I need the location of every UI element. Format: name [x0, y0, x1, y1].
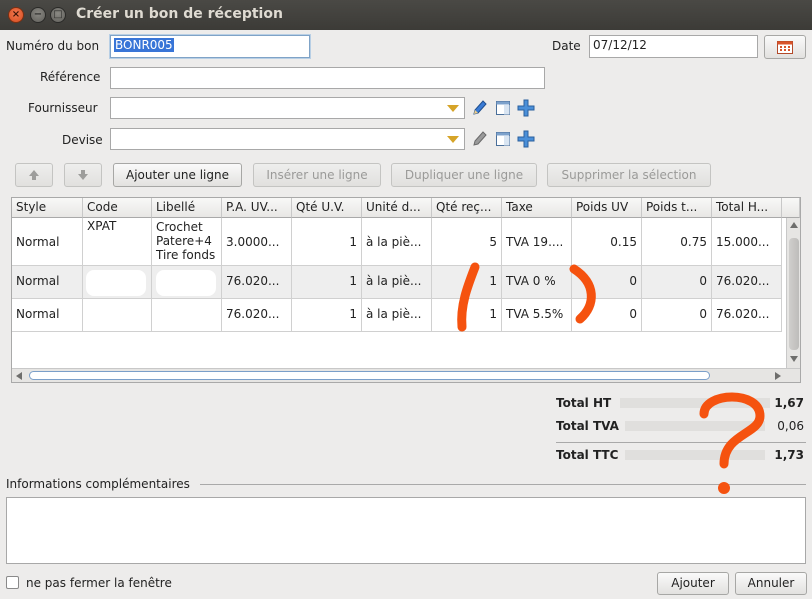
redaction-smudge — [86, 302, 146, 328]
title-bar: × − □ Créer un bon de réception — [0, 0, 812, 30]
column-header-unite[interactable]: Unité d... — [362, 198, 432, 218]
fournisseur-combo[interactable] — [110, 97, 465, 119]
redaction-smudge — [156, 302, 216, 328]
column-header-code[interactable]: Code — [83, 198, 152, 218]
chevron-down-icon — [447, 136, 459, 143]
info-textarea[interactable] — [6, 497, 806, 564]
calendar-button[interactable] — [764, 35, 806, 59]
devise-combo[interactable] — [110, 128, 465, 150]
move-up-button[interactable] — [15, 163, 53, 187]
cell-code[interactable]: XPAT — [83, 218, 152, 266]
minimize-window-button[interactable]: − — [30, 7, 46, 23]
add-plus-icon[interactable] — [517, 99, 535, 117]
annotation-marks — [457, 262, 596, 332]
cell-total-ht[interactable]: 76.020... — [712, 299, 782, 332]
column-header-pa-uv[interactable]: P.A. UV... — [222, 198, 292, 218]
arrow-down-icon — [78, 170, 88, 180]
column-header-total-ht[interactable]: Total H... — [712, 198, 782, 218]
annotation-open-paren — [457, 262, 480, 332]
cell-style[interactable]: Normal — [12, 299, 83, 332]
date-label: Date — [552, 39, 581, 53]
devise-label: Devise — [62, 133, 103, 147]
add-button[interactable]: Ajouter — [657, 572, 729, 595]
column-header-poids-total[interactable]: Poids t... — [642, 198, 712, 218]
add-plus-icon[interactable] — [517, 130, 535, 148]
annotation-question-mark — [699, 392, 765, 494]
cell-style[interactable]: Normal — [12, 218, 83, 266]
column-header-filler — [782, 198, 800, 218]
numero-value: BONR005 — [114, 38, 174, 52]
cell-style[interactable]: Normal — [12, 266, 83, 299]
question-mark-curve — [699, 392, 765, 469]
cell-qte-uv[interactable]: 1 — [292, 299, 362, 332]
vertical-scroll-thumb[interactable] — [789, 238, 799, 350]
redaction-smudge — [86, 270, 146, 296]
horizontal-scrollbar[interactable] — [12, 368, 800, 382]
edit-pencil-icon[interactable] — [471, 99, 487, 117]
info-label: Informations complémentaires — [6, 477, 190, 491]
scroll-right-icon[interactable] — [775, 372, 781, 380]
vertical-scrollbar[interactable] — [786, 218, 800, 368]
cell-unite[interactable]: à la piè... — [362, 218, 432, 266]
cell-total-ht[interactable]: 76.020... — [712, 266, 782, 299]
cell-qte-uv[interactable]: 1 — [292, 266, 362, 299]
column-header-style[interactable]: Style — [12, 198, 83, 218]
column-header-qte-uv[interactable]: Qté U.V. — [292, 198, 362, 218]
numero-input[interactable]: BONR005 — [110, 35, 310, 58]
window-title: Créer un bon de réception — [76, 6, 283, 22]
duplicate-line-button[interactable]: Dupliquer une ligne — [391, 163, 537, 187]
delete-selection-button[interactable]: Supprimer la sélection — [547, 163, 711, 187]
scroll-left-icon[interactable] — [16, 372, 22, 380]
keep-open-label: ne pas fermer la fenêtre — [26, 576, 172, 590]
move-down-button[interactable] — [64, 163, 102, 187]
close-window-button[interactable]: × — [8, 7, 24, 23]
cell-total-ht[interactable]: 15.000... — [712, 218, 782, 266]
arrow-up-icon — [29, 170, 39, 180]
cell-libelle[interactable]: Crochet Patere+4 Tire fonds — [152, 218, 222, 266]
redaction-smudge — [156, 270, 216, 296]
column-header-libelle[interactable]: Libellé — [152, 198, 222, 218]
cell-poids-total[interactable]: 0 — [642, 266, 712, 299]
column-header-taxe[interactable]: Taxe — [502, 198, 572, 218]
cell-pa-uv[interactable]: 76.020... — [222, 266, 292, 299]
cell-unite[interactable]: à la piè... — [362, 299, 432, 332]
column-header-poids-uv[interactable]: Poids UV — [572, 198, 642, 218]
maximize-window-button[interactable]: □ — [50, 7, 66, 23]
libelle-line: Tire fonds — [156, 248, 216, 262]
detail-window-icon[interactable] — [496, 101, 510, 115]
fournisseur-label: Fournisseur — [28, 101, 98, 115]
reference-label: Référence — [40, 70, 101, 84]
question-mark-dot — [718, 482, 730, 494]
date-input[interactable]: 07/12/12 — [589, 35, 758, 58]
numero-label: Numéro du bon — [6, 39, 100, 53]
insert-line-button[interactable]: Insérer une ligne — [253, 163, 381, 187]
libelle-line: Patere+4 — [156, 234, 212, 248]
libelle-line: Crochet — [156, 220, 203, 234]
scroll-up-icon[interactable] — [790, 222, 798, 228]
close-icon: × — [11, 9, 21, 20]
cell-qte-uv[interactable]: 1 — [292, 218, 362, 266]
add-line-button[interactable]: Ajouter une ligne — [113, 163, 242, 187]
cancel-button[interactable]: Annuler — [735, 572, 807, 595]
cell-unite[interactable]: à la piè... — [362, 266, 432, 299]
minimize-icon: − — [33, 9, 43, 20]
cell-poids-total[interactable]: 0 — [642, 299, 712, 332]
cell-pa-uv[interactable]: 76.020... — [222, 299, 292, 332]
edit-pencil-icon[interactable] — [471, 130, 487, 148]
calendar-icon — [777, 41, 793, 54]
lines-table[interactable]: Style Code Libellé P.A. UV... Qté U.V. U… — [11, 197, 801, 383]
scroll-down-icon[interactable] — [790, 356, 798, 362]
keep-open-checkbox[interactable] — [6, 576, 19, 589]
cell-poids-total[interactable]: 0.75 — [642, 218, 712, 266]
reference-input[interactable] — [110, 67, 545, 89]
chevron-down-icon — [447, 105, 459, 112]
detail-window-icon[interactable] — [496, 132, 510, 146]
maximize-icon: □ — [53, 9, 63, 20]
cell-pa-uv[interactable]: 3.0000... — [222, 218, 292, 266]
annotation-close-paren — [569, 264, 596, 324]
column-header-qte-recue[interactable]: Qté reç... — [432, 198, 502, 218]
